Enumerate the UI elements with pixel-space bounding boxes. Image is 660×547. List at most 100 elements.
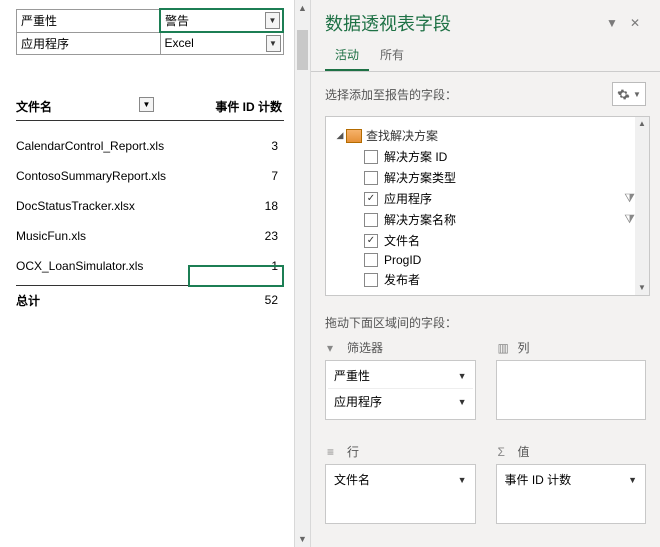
chevron-down-icon[interactable]: ▼ <box>458 397 467 407</box>
drag-hint-label: 拖动下面区域间的字段： <box>311 304 660 337</box>
count-value: 23 <box>196 229 284 243</box>
count-value: 7 <box>196 169 284 183</box>
field-label: 文件名 <box>384 232 420 249</box>
grand-total-cell[interactable]: 52 <box>176 293 284 307</box>
values-zone: Σ值 事件 ID 计数▼ <box>496 441 647 537</box>
dropdown-icon[interactable]: ▼ <box>139 97 154 112</box>
table-row[interactable]: ContosoSummaryReport.xls7 <box>16 161 284 191</box>
funnel-icon: ⧩ <box>624 212 635 227</box>
chevron-down-icon[interactable]: ▼ <box>628 475 637 485</box>
pane-title: 数据透视表字段 <box>325 10 600 36</box>
field-check-item[interactable]: 解决方案类型 <box>334 167 645 188</box>
field-label: 发布者 <box>384 271 420 288</box>
zone-body[interactable]: 事件 ID 计数▼ <box>496 464 647 524</box>
grand-total-row: 总计 52 <box>16 285 284 309</box>
tab-active[interactable]: 活动 <box>325 42 369 71</box>
row-header[interactable]: 文件名 ▼ <box>16 95 166 118</box>
choose-fields-label: 选择添加至报告的字段： <box>325 86 612 103</box>
scroll-thumb[interactable] <box>297 30 308 70</box>
filter-value[interactable]: Excel ▼ <box>160 32 283 54</box>
field-label: 解决方案名称 <box>384 211 456 228</box>
filter-value-text: Excel <box>165 36 194 50</box>
table-row[interactable]: OCX_LoanSimulator.xls1 <box>16 251 284 281</box>
file-name: DocStatusTracker.xlsx <box>16 199 196 213</box>
field-label: 解决方案类型 <box>384 169 456 186</box>
file-name: OCX_LoanSimulator.xls <box>16 259 196 273</box>
dropdown-button[interactable]: ▼ <box>600 14 624 32</box>
field-check-item[interactable]: ✓ 应用程序 ⧩ <box>334 188 645 209</box>
zone-item[interactable]: 事件 ID 计数▼ <box>499 467 644 492</box>
table-row[interactable]: MusicFun.xls23 <box>16 221 284 251</box>
scroll-up-arrow[interactable]: ▲ <box>295 0 310 16</box>
zone-item-label: 文件名 <box>334 471 458 488</box>
pivot-data-rows: CalendarControl_Report.xls3ContosoSummar… <box>16 131 284 281</box>
funnel-icon: ▾ <box>327 341 341 355</box>
field-label: 应用程序 <box>384 190 432 207</box>
chevron-down-icon: ▼ <box>633 90 641 99</box>
zone-body[interactable]: 文件名▼ <box>325 464 476 524</box>
checkbox[interactable]: ✓ <box>364 192 378 206</box>
worksheet-scrollbar[interactable]: ▲ ▼ <box>294 0 310 547</box>
zone-label: 值 <box>518 443 530 460</box>
table-label: 查找解决方案 <box>366 127 438 144</box>
checkbox[interactable]: ✓ <box>364 234 378 248</box>
grand-total-label: 总计 <box>16 292 176 309</box>
table-icon <box>346 129 362 143</box>
field-label: ProgID <box>384 253 421 267</box>
count-value: 18 <box>196 199 284 213</box>
count-value: 3 <box>196 139 284 153</box>
report-filter-table: 严重性 警告 ▼ 应用程序 Excel ▼ <box>16 8 284 55</box>
close-button[interactable]: ✕ <box>624 14 646 32</box>
file-name: MusicFun.xls <box>16 229 196 243</box>
zone-item-label: 严重性 <box>334 367 458 384</box>
field-check-item[interactable]: 发布者 <box>334 269 645 290</box>
count-value: 1 <box>196 259 284 273</box>
scroll-up-arrow[interactable]: ▲ <box>635 117 649 131</box>
zone-item[interactable]: 文件名▼ <box>328 467 473 492</box>
gear-icon <box>617 88 630 101</box>
filter-value-text: 警告 <box>165 14 189 28</box>
checkbox[interactable] <box>364 150 378 164</box>
table-row[interactable]: DocStatusTracker.xlsx18 <box>16 191 284 221</box>
filter-label: 严重性 <box>17 9 161 32</box>
filters-zone: ▾筛选器 严重性▼应用程序▼ <box>325 337 476 433</box>
file-name: ContosoSummaryReport.xls <box>16 169 196 183</box>
dropdown-icon[interactable]: ▼ <box>266 35 281 52</box>
checkbox[interactable] <box>364 171 378 185</box>
field-label: 解决方案 ID <box>384 148 447 165</box>
table-node[interactable]: ◢ 查找解决方案 <box>334 125 645 146</box>
rows-icon: ≡ <box>327 445 341 459</box>
filter-label: 应用程序 <box>17 32 161 54</box>
field-check-item[interactable]: 解决方案 ID <box>334 146 645 167</box>
checkbox[interactable] <box>364 213 378 227</box>
field-check-item[interactable]: ProgID <box>334 251 645 269</box>
zone-body[interactable] <box>496 360 647 420</box>
dropdown-icon[interactable]: ▼ <box>265 12 280 29</box>
divider <box>16 120 284 121</box>
checkbox[interactable] <box>364 253 378 267</box>
checkbox[interactable] <box>364 273 378 287</box>
pivot-column-headers: 文件名 ▼ 事件 ID 计数 <box>16 95 284 118</box>
chevron-down-icon[interactable]: ▼ <box>458 475 467 485</box>
filter-value[interactable]: 警告 ▼ <box>160 9 283 32</box>
zone-item[interactable]: 严重性▼ <box>328 363 473 389</box>
pivot-worksheet: ▲ ▼ 严重性 警告 ▼ 应用程序 Excel ▼ 文件名 ▼ 事件 ID 计数… <box>0 0 310 547</box>
sigma-icon: Σ <box>498 445 512 459</box>
chevron-down-icon[interactable]: ▼ <box>458 371 467 381</box>
collapse-icon[interactable]: ◢ <box>334 130 346 141</box>
zone-label: 列 <box>518 339 530 356</box>
tab-all[interactable]: 所有 <box>370 42 414 71</box>
zone-item[interactable]: 应用程序▼ <box>328 389 473 414</box>
columns-icon: ▥ <box>498 341 512 355</box>
table-row[interactable]: CalendarControl_Report.xls3 <box>16 131 284 161</box>
scroll-down-arrow[interactable]: ▼ <box>295 531 310 547</box>
pivot-field-list-pane: 数据透视表字段 ▼ ✕ 活动 所有 选择添加至报告的字段： ▼ ▲ ▼ ◢ 查找… <box>310 0 660 547</box>
field-list: ▲ ▼ ◢ 查找解决方案 解决方案 ID解决方案类型✓应用程序⧩解决方案名称⧩✓… <box>325 116 650 296</box>
funnel-icon: ⧩ <box>624 191 635 206</box>
field-check-item[interactable]: 解决方案名称 ⧩ <box>334 209 645 230</box>
field-check-item[interactable]: ✓ 文件名 <box>334 230 645 251</box>
zone-item-label: 应用程序 <box>334 393 458 410</box>
zone-body[interactable]: 严重性▼应用程序▼ <box>325 360 476 420</box>
field-source-tabs: 活动 所有 <box>311 42 660 72</box>
tools-button[interactable]: ▼ <box>612 82 646 106</box>
